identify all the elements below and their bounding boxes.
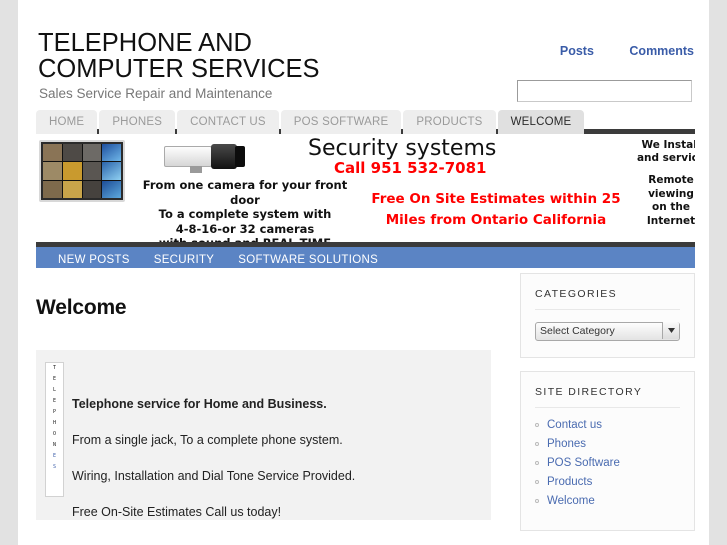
directory-link-products[interactable]: Products [547,476,592,488]
banner-phone-number: Call 951 532-7081 [334,159,487,177]
secondary-navigation: NEW POSTS SECURITY SOFTWARE SOLUTIONS [36,242,695,268]
security-monitor-icon [39,140,125,202]
bullet-icon [535,479,539,484]
entry-paragraph-1: Telephone service for Home and Business. [72,397,327,411]
subnav-software-solutions[interactable]: SOFTWARE SOLUTIONS [226,247,390,273]
banner-right-remote-text: Remote viewing on the Internet [646,174,695,227]
list-item[interactable]: Phones [535,438,680,450]
banner-left-text: From one camera for your front door To a… [142,178,348,242]
site-directory-title: SITE DIRECTORY [535,386,680,408]
tab-phones[interactable]: PHONES [99,110,176,134]
tab-home[interactable]: HOME [36,110,98,134]
banner-image: From one camera for your front door To a… [36,134,695,242]
primary-navigation: HOME PHONES CONTACT US POS SOFTWARE PRODUCTS… [36,110,695,134]
directory-link-pos-software[interactable]: POS Software [547,457,620,469]
subnav-security[interactable]: SECURITY [142,247,227,273]
meta-navigation: Posts Comments [528,44,694,58]
security-camera-icon [164,142,248,173]
bullet-icon [535,498,539,503]
list-item[interactable]: Welcome [535,495,680,507]
site-directory-list: Contact us Phones POS Software Products [535,419,680,507]
directory-link-contact-us[interactable]: Contact us [547,419,602,431]
broken-image-placeholder: TELE PHON ES [45,362,64,497]
site-title: TELEPHONE AND COMPUTER SERVICES [38,29,320,83]
main-content-column: Welcome TELE PHON ES Telephone service f… [36,296,491,540]
subnav-new-posts[interactable]: NEW POSTS [46,247,142,273]
bullet-icon [535,460,539,465]
entry-card: TELE PHON ES Telephone service for Home … [36,350,491,520]
list-item[interactable]: Products [535,476,680,488]
posts-link[interactable]: Posts [560,44,594,58]
categories-title: CATEGORIES [535,288,680,310]
list-item[interactable]: POS Software [535,457,680,469]
tab-pos-software[interactable]: POS SOFTWARE [280,110,402,134]
comments-link[interactable]: Comments [629,44,694,58]
search-input[interactable] [517,80,692,102]
tab-welcome[interactable]: WELCOME [497,110,585,134]
entry-paragraph-4: Free On-Site Estimates Call us today! [72,505,282,519]
category-select[interactable]: Select Category [535,321,680,341]
tab-contact-us[interactable]: CONTACT US [177,110,279,134]
banner-offer-text: Free On Site Estimates within 25 Miles f… [371,191,621,228]
entry-paragraph-3: Wiring, Installation and Dial Tone Servi… [72,469,356,483]
widget-categories: CATEGORIES Select Category [520,273,695,358]
directory-link-phones[interactable]: Phones [547,438,586,450]
widget-site-directory: SITE DIRECTORY Contact us Phones POS Sof… [520,370,695,531]
entry-paragraph-2: From a single jack, To a complete phone … [72,433,343,447]
directory-link-welcome[interactable]: Welcome [547,495,595,507]
sidebar: CATEGORIES Select Category SITE DIRECTOR… [520,273,695,544]
tab-products[interactable]: PRODUCTS [403,110,496,134]
page-title: Welcome [36,296,127,319]
list-item[interactable]: Contact us [535,419,680,431]
banner-heading: Security systems [308,136,497,161]
bullet-icon [535,441,539,446]
page-container: TELEPHONE AND COMPUTER SERVICES Sales Se… [18,0,709,545]
banner-right-install-text: We Install and service [636,139,695,164]
entry-body: Telephone service for Home and Business.… [72,396,491,520]
site-tagline: Sales Service Repair and Maintenance [39,86,273,101]
site-header: TELEPHONE AND COMPUTER SERVICES Sales Se… [18,0,709,110]
bullet-icon [535,422,539,427]
